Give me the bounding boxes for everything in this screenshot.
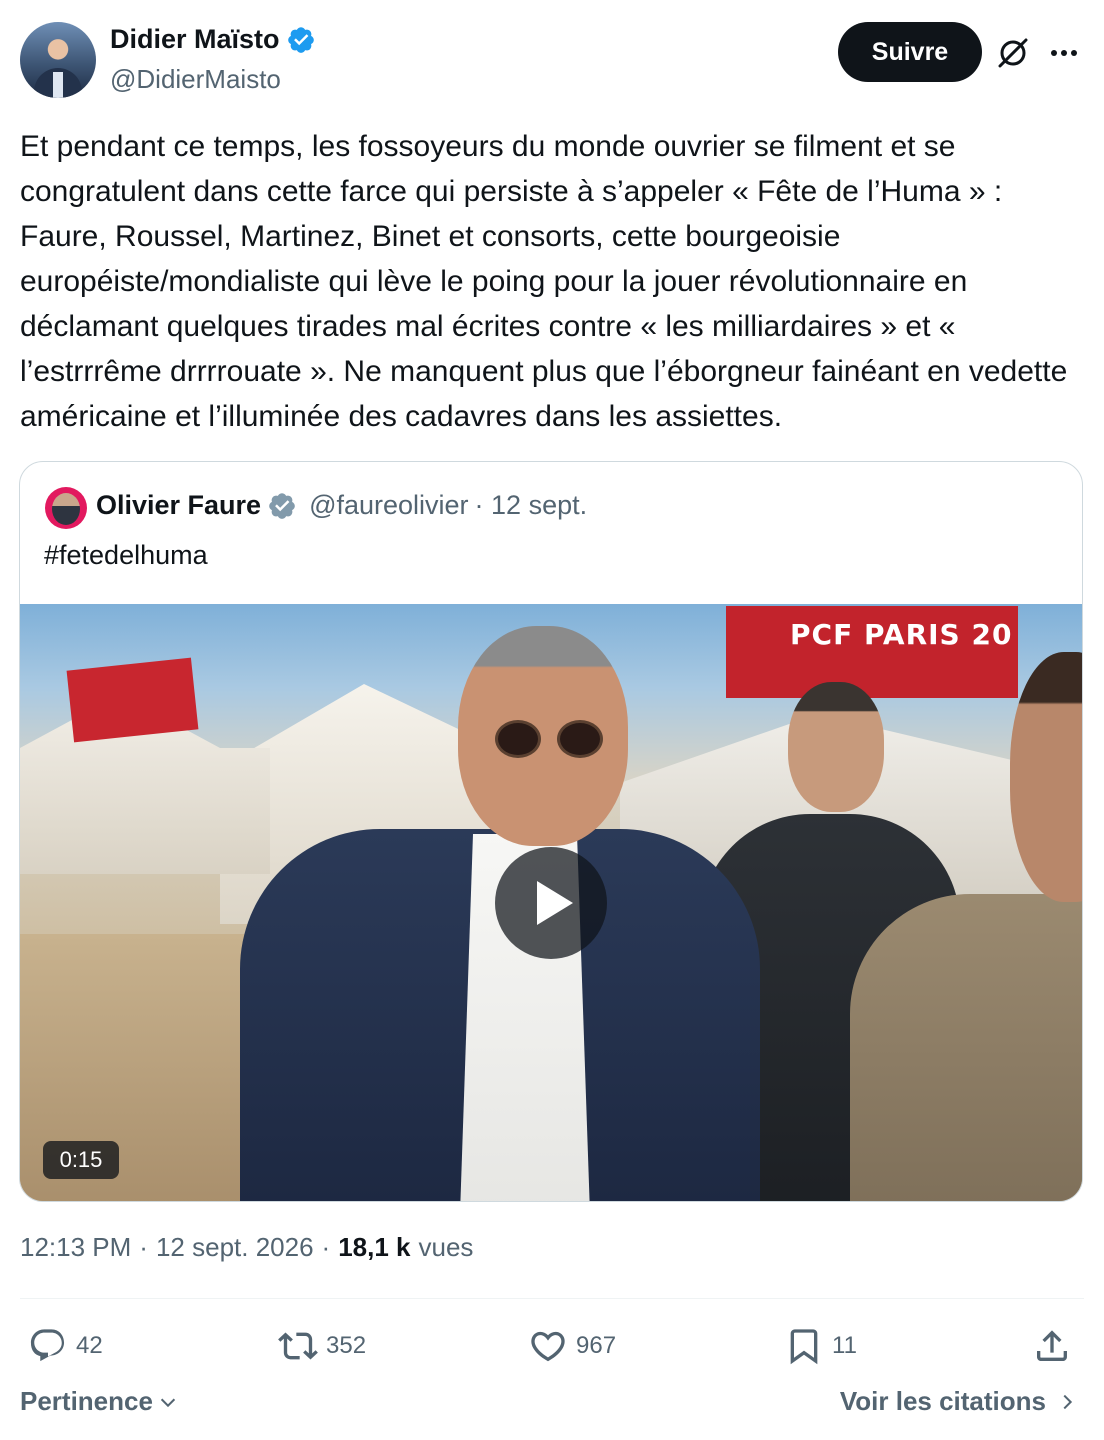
video-scene	[66, 657, 199, 743]
grok-icon[interactable]	[996, 36, 1030, 70]
action-bar: 42 352 967 11	[20, 1320, 1084, 1376]
video-scene	[788, 682, 884, 812]
like-count: 967	[576, 1332, 617, 1359]
tweet-text: Et pendant ce temps, les fossoyeurs du m…	[20, 130, 1076, 433]
tweet-meta: 12:13 PM · 12 sept. 2026 · 18,1 k vues	[20, 1232, 473, 1263]
quoted-author-avatar[interactable]	[45, 487, 87, 529]
share-icon	[1037, 1330, 1067, 1361]
chevron-down-icon	[160, 1398, 176, 1407]
replies-footer: Pertinence Voir les citations	[20, 1386, 1084, 1426]
author-name[interactable]: Didier Maïsto	[110, 24, 280, 55]
view-quotes-label: Voir les citations	[839, 1386, 1046, 1416]
reply-count: 42	[76, 1332, 103, 1359]
meta-separator: ·	[139, 1232, 148, 1262]
author-name-row: Didier Maïsto	[110, 24, 316, 55]
view-quotes-link[interactable]: Voir les citations	[840, 1386, 1078, 1417]
meta-separator: ·	[321, 1232, 331, 1262]
views-label: vues	[418, 1232, 474, 1262]
chevron-right-icon	[1063, 1394, 1073, 1409]
retweet-button[interactable]: 352	[278, 1320, 366, 1372]
bookmark-button[interactable]: 11	[784, 1320, 857, 1372]
heart-icon	[531, 1331, 565, 1362]
more-options-icon[interactable]	[1046, 36, 1082, 70]
video-duration: 0:15	[43, 1141, 119, 1179]
retweet-count: 352	[326, 1332, 367, 1359]
video-banner-text: PCF PARIS 20	[790, 618, 1013, 651]
video-player[interactable]: PCF PARIS 20 0:15	[20, 604, 1082, 1201]
play-icon[interactable]	[495, 847, 607, 959]
video-scene	[557, 720, 603, 758]
views-count: 18,1 k	[338, 1232, 411, 1262]
author-handle[interactable]: @DidierMaisto	[110, 64, 281, 95]
quoted-header: Olivier Faure @faureolivier · 12 sept.	[96, 490, 587, 521]
author-avatar[interactable]	[20, 22, 96, 98]
quoted-author-name[interactable]: Olivier Faure	[96, 490, 261, 521]
verified-badge-icon	[287, 26, 314, 53]
video-scene	[850, 894, 1082, 1201]
reply-button[interactable]: 42	[28, 1320, 103, 1372]
reply-icon	[30, 1329, 65, 1362]
share-button[interactable]	[1032, 1320, 1072, 1372]
like-button[interactable]: 967	[528, 1320, 616, 1372]
quoted-date: · 12 sept.	[474, 490, 588, 520]
quoted-hashtag[interactable]: #fetedelhuma	[44, 540, 208, 571]
retweet-icon	[278, 1332, 318, 1360]
sort-label: Pertinence	[20, 1386, 153, 1416]
follow-button[interactable]: Suivre	[838, 22, 982, 82]
quoted-author-handle: @faureolivier	[309, 490, 469, 520]
bookmark-icon	[790, 1329, 818, 1365]
tweet-date[interactable]: 12 sept. 2026	[156, 1232, 314, 1263]
bookmark-count: 11	[832, 1332, 857, 1359]
video-scene	[495, 720, 541, 758]
tweet-time[interactable]: 12:13 PM	[20, 1232, 131, 1263]
quoted-tweet[interactable]: Olivier Faure @faureolivier · 12 sept. #…	[19, 461, 1083, 1202]
sort-dropdown[interactable]: Pertinence	[20, 1386, 179, 1417]
verified-badge-icon	[269, 492, 295, 519]
divider	[20, 1298, 1084, 1299]
tweet-header: Didier Maïsto @DidierMaisto Suivre	[20, 22, 1084, 102]
